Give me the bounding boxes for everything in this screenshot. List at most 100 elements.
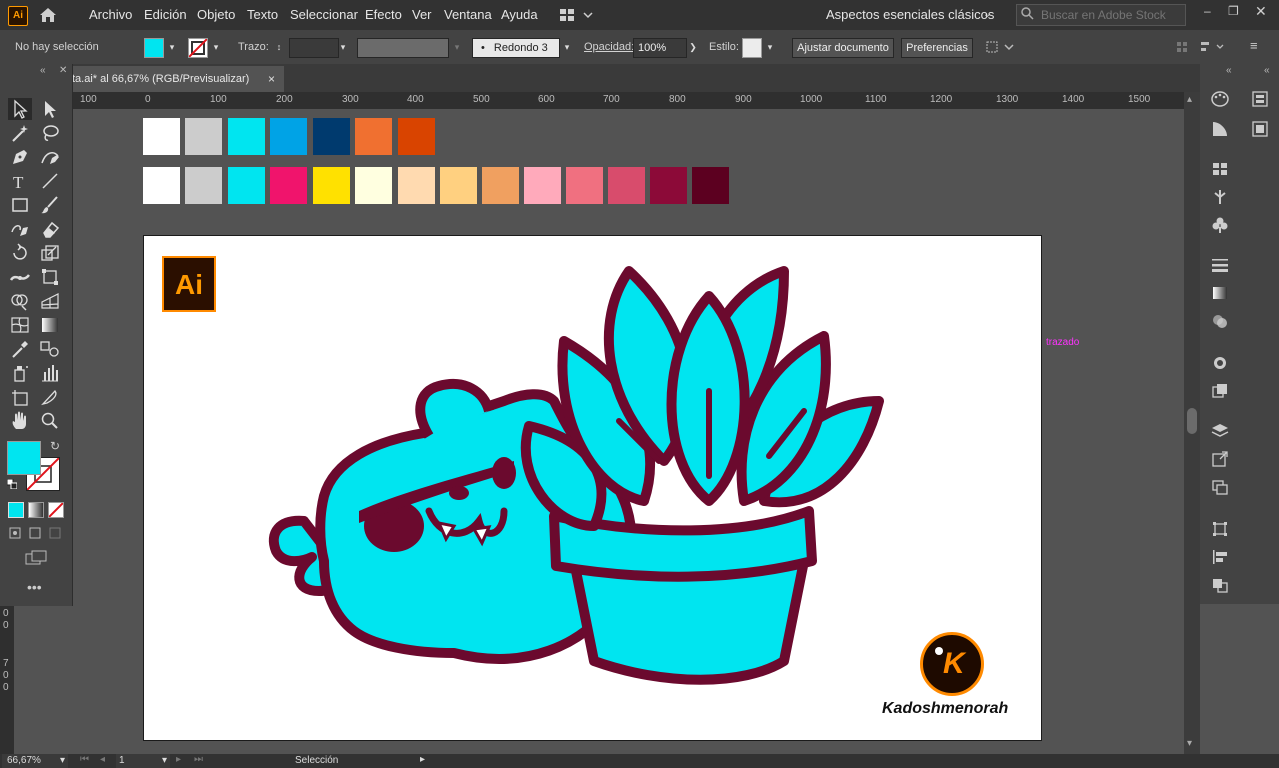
menu-archivo[interactable]: Archivo [89,7,132,22]
blend-tool-icon[interactable] [38,338,62,360]
graphic-styles-icon[interactable] [1210,382,1230,400]
color-swatch[interactable] [313,118,350,155]
menu-seleccionar[interactable]: Seleccionar [290,7,358,22]
column-graph-tool-icon[interactable] [38,362,62,384]
color-swatch[interactable] [355,167,392,204]
color-swatch[interactable] [185,118,222,155]
menu-ventana[interactable]: Ventana [444,7,492,22]
align-panel-icon[interactable] [1210,548,1230,566]
stroke-weight-field[interactable] [289,38,339,58]
perspective-grid-tool-icon[interactable] [38,290,62,312]
free-transform-tool-icon[interactable] [38,266,62,288]
direct-selection-tool-icon[interactable] [38,98,62,120]
transform-icon[interactable] [985,39,1015,55]
gradient-tool-icon[interactable] [38,314,62,336]
color-swatch[interactable] [228,167,265,204]
color-swatch[interactable] [143,118,180,155]
eyedropper-tool-icon[interactable] [8,338,32,360]
menu-ver[interactable]: Ver [412,7,432,22]
color-swatch[interactable] [185,167,222,204]
opacity-field[interactable]: 100% [633,38,687,58]
home-icon[interactable] [38,6,58,24]
color-swatch[interactable] [566,167,603,204]
last-artboard-icon[interactable]: ⏭ [194,754,203,765]
stroke-weight-dropdown-icon[interactable]: ▾ [336,38,350,56]
zoom-tool-icon[interactable] [38,410,62,432]
stroke-dropdown-icon[interactable]: ▾ [209,38,223,56]
gradient-mode-icon[interactable] [28,502,44,518]
style-dropdown-icon[interactable]: ▾ [763,38,777,56]
menu-objeto[interactable]: Objeto [197,7,235,22]
mesh-tool-icon[interactable] [8,314,32,336]
more-tools-icon[interactable]: ••• [27,579,42,595]
close-tab-icon[interactable]: × [268,72,275,86]
transparency-icon[interactable] [1210,312,1230,330]
vertical-ruler[interactable]: 0 0 7 0 0 [0,606,14,754]
graphic-style-swatch[interactable] [742,38,762,58]
collapse-panel-icon[interactable]: « [40,65,46,76]
scale-tool-icon[interactable] [38,242,62,264]
color-swatch[interactable] [270,167,307,204]
chevron-down-icon[interactable]: ⌄ [983,9,991,20]
rotate-tool-icon[interactable] [8,242,32,264]
document-tab[interactable]: ta.ai* al 66,67% (RGB/Previsualizar) × [72,66,284,92]
curvature-tool-icon[interactable] [38,146,62,168]
default-fill-stroke-icon[interactable] [6,478,18,490]
stroke-color-swatch[interactable] [188,38,208,58]
screen-mode-icon[interactable] [24,550,48,566]
eraser-tool-icon[interactable] [38,218,62,240]
fill-color-swatch[interactable] [144,38,164,58]
restore-icon[interactable]: ❐ [1228,4,1239,18]
hand-tool-icon[interactable] [8,410,32,432]
next-artboard-icon[interactable]: ▸ [176,754,181,765]
artboard-number-field[interactable]: 1 ▾ [116,754,170,768]
collapse-dock-icon[interactable]: « [1264,65,1270,76]
none-mode-icon[interactable] [48,502,64,518]
pen-tool-icon[interactable] [8,146,32,168]
color-swatch[interactable] [692,167,729,204]
first-artboard-icon[interactable]: ⏮ [80,754,89,765]
color-swatch[interactable] [482,167,519,204]
adobe-stock-search[interactable] [1016,4,1186,26]
shape-builder-tool-icon[interactable] [8,290,32,312]
paintbrush-tool-icon[interactable] [38,194,62,216]
align-icon[interactable] [1175,39,1235,55]
symbols-icon[interactable] [1210,216,1230,234]
line-tool-icon[interactable] [38,170,62,192]
color-guide-icon[interactable] [1210,120,1230,138]
magic-wand-tool-icon[interactable] [8,122,32,144]
fill-dropdown-icon[interactable]: ▾ [165,38,179,56]
draw-mode-icon[interactable] [8,526,64,540]
artboards-panel-icon[interactable] [1210,478,1230,496]
artboard-tool-icon[interactable] [8,386,32,408]
brush-definition[interactable]: • Redondo 3 ... [472,38,560,72]
scroll-up-icon[interactable]: ▴ [1187,94,1192,105]
fill-color-indicator[interactable] [7,441,41,475]
pathfinder-icon[interactable] [1210,576,1230,594]
appearance-icon[interactable] [1210,354,1230,372]
swatches-icon[interactable] [1210,160,1230,178]
color-swatch[interactable] [143,167,180,204]
vertical-scroll-thumb[interactable] [1187,408,1197,434]
zoom-level-field[interactable]: 66,67% ▾ [2,754,68,768]
fit-document-button[interactable]: Ajustar documento [792,38,894,58]
color-swatch[interactable] [270,118,307,155]
type-tool-icon[interactable]: T [8,170,32,192]
asset-export-icon[interactable] [1210,450,1230,468]
zoom-dropdown-icon[interactable]: ▾ [60,754,65,768]
menu-edicion[interactable]: Edición [144,7,187,22]
color-mode-icon[interactable] [8,502,24,518]
preferences-button[interactable]: Preferencias [901,38,973,58]
color-swatch[interactable] [228,118,265,155]
width-tool-icon[interactable] [8,266,32,288]
brush-dropdown-icon[interactable]: ▾ [560,38,574,56]
brushes-icon[interactable] [1210,188,1230,206]
swap-fill-stroke-icon[interactable]: ↻ [50,439,60,453]
menu-ayuda[interactable]: Ayuda [501,7,538,22]
color-swatch[interactable] [398,118,435,155]
color-palette-icon[interactable] [1210,90,1230,108]
menu-texto[interactable]: Texto [247,7,278,22]
lasso-tool-icon[interactable] [38,122,62,144]
collapse-dock-icon[interactable]: « [1226,65,1232,76]
color-swatch[interactable] [650,167,687,204]
